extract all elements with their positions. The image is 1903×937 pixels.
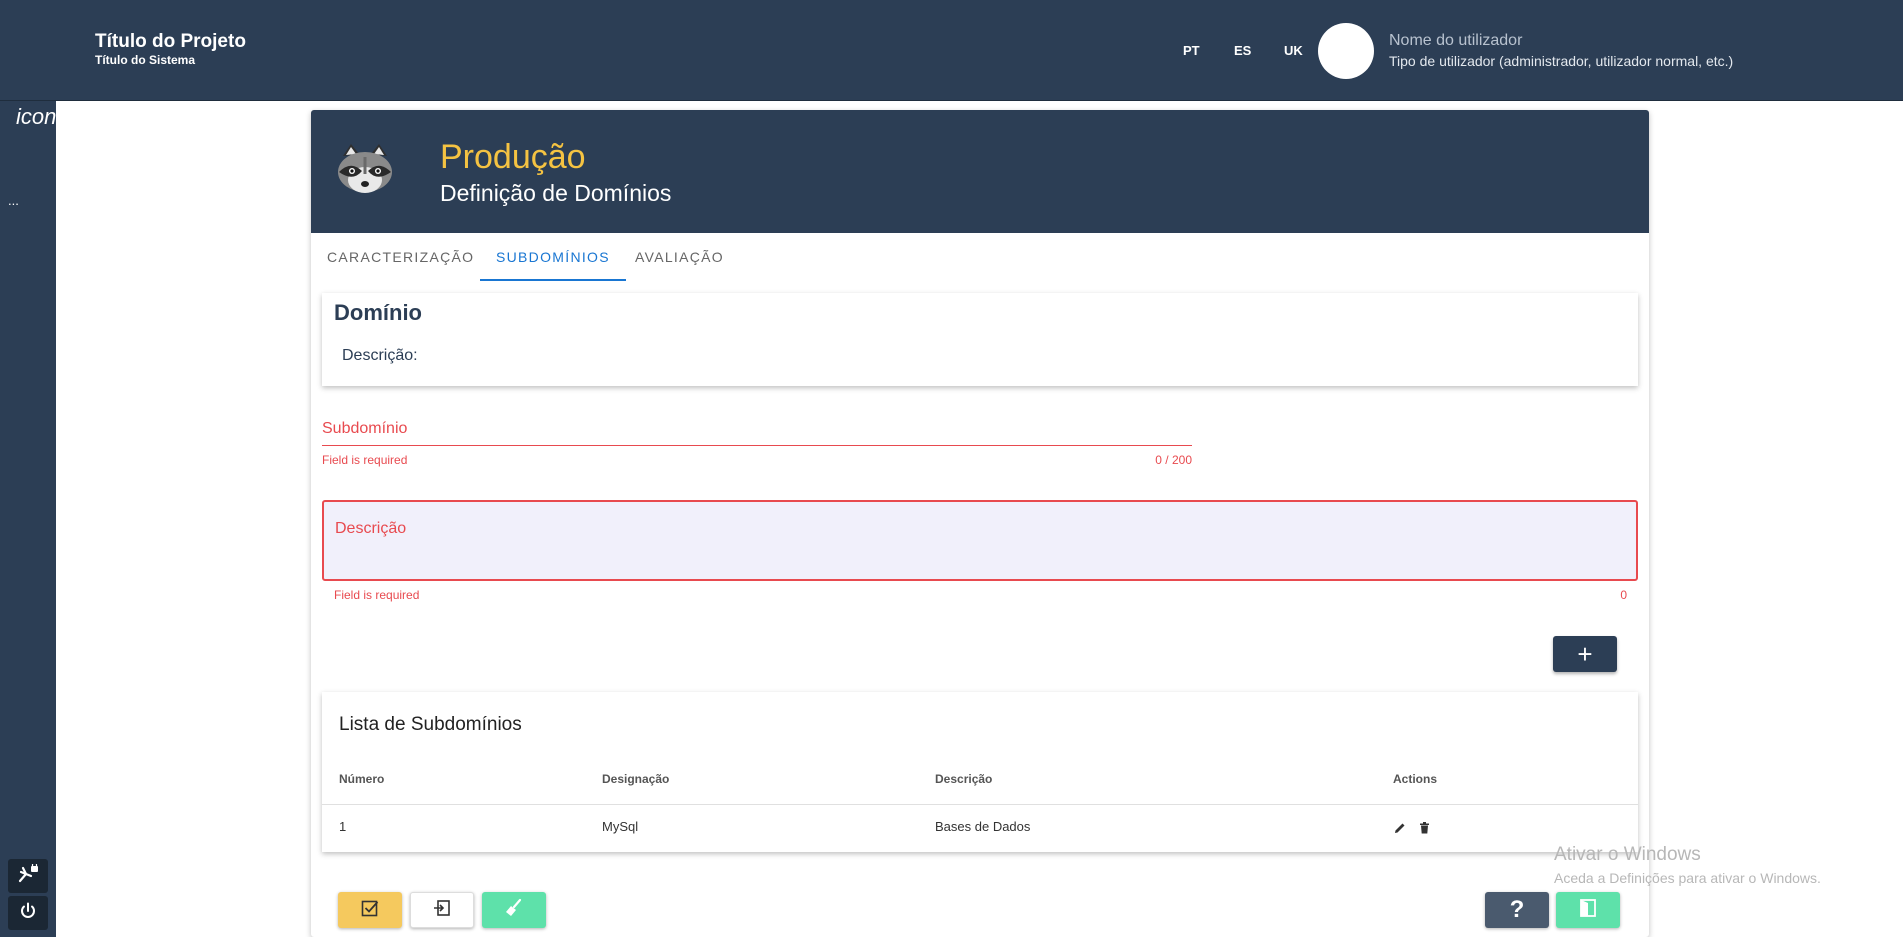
description-field-label: Descrição: [335, 520, 407, 537]
rail-dots: ...: [8, 193, 19, 208]
tab-caracterizacao[interactable]: Caracterização: [311, 233, 490, 281]
broom-icon: [504, 898, 524, 923]
add-subdomain-button[interactable]: +: [1553, 636, 1617, 672]
account-lock-icon: [17, 861, 39, 889]
user-type: Tipo de utilizador (administrador, utili…: [1389, 53, 1734, 69]
exit-button[interactable]: [1556, 892, 1620, 928]
tab-subdominios[interactable]: Subdomínios: [480, 233, 626, 281]
table-divider: [322, 804, 1638, 805]
table-cell-designacao: MySql: [602, 819, 639, 834]
subdomain-counter: 0 / 200: [1155, 453, 1192, 467]
column-header-actions: Actions: [1393, 772, 1438, 786]
card-header: Produção Definição de Domínios: [311, 110, 1649, 233]
pencil-icon[interactable]: [1392, 820, 1408, 836]
table-cell-numero: 1: [339, 819, 347, 834]
confirm-button[interactable]: [338, 892, 402, 928]
help-button[interactable]: ?: [1485, 892, 1549, 928]
help-icon: ?: [1509, 896, 1525, 923]
table-cell-descricao: Bases de Dados: [935, 819, 1031, 834]
windows-watermark-text: Aceda a Definições para ativar o Windows…: [1554, 870, 1821, 886]
check-icon: [361, 899, 379, 922]
subdomain-error: Field is required: [322, 453, 408, 467]
account-lock-button[interactable]: [8, 859, 48, 893]
subdomain-input[interactable]: [322, 445, 1192, 446]
column-header-descricao[interactable]: Descrição: [935, 772, 992, 786]
domain-description-label: Descrição:: [342, 347, 418, 364]
language-es[interactable]: ES: [1234, 43, 1251, 58]
list-title: Lista de Subdomínios: [339, 714, 522, 735]
description-counter: 0: [1620, 588, 1627, 602]
domain-title: Domínio: [334, 300, 422, 325]
column-header-numero[interactable]: Número: [339, 772, 384, 786]
raccoon-logo-icon: [333, 142, 397, 198]
avatar[interactable]: [1318, 23, 1374, 79]
power-icon: [19, 902, 37, 925]
language-uk[interactable]: UK: [1284, 43, 1303, 58]
system-title: Título do Sistema: [95, 53, 196, 67]
main-card: Produção Definição de Domínios Caracteri…: [311, 110, 1649, 937]
description-textarea[interactable]: Descrição: [322, 500, 1638, 581]
exit-door-icon: [1578, 898, 1598, 923]
left-rail: icon mdi icon mdi ...: [0, 101, 56, 937]
user-name: Nome do utilizador: [1389, 32, 1523, 49]
windows-watermark-title: Ativar o Windows: [1554, 844, 1701, 865]
tab-bar: Caracterização Subdomínios Avaliação: [311, 233, 1649, 281]
power-button[interactable]: [8, 896, 48, 930]
subdomain-field-label[interactable]: Subdomínio: [322, 420, 407, 438]
description-error: Field is required: [334, 588, 420, 602]
rail-icon-placeholder: icon mdi icon mdi: [16, 107, 56, 127]
page-title: Produção: [440, 138, 586, 176]
subdomain-list: Lista de Subdomínios Número Designação D…: [322, 692, 1638, 852]
login-icon: [433, 899, 451, 922]
clear-button[interactable]: [482, 892, 546, 928]
trash-icon[interactable]: [1416, 820, 1432, 836]
login-button[interactable]: [410, 892, 474, 928]
column-header-designacao[interactable]: Designação: [602, 772, 669, 786]
tab-avaliacao[interactable]: Avaliação: [619, 233, 740, 281]
project-title: Título do Projeto: [95, 31, 246, 52]
page-subtitle: Definição de Domínios: [440, 180, 672, 206]
top-bar: Título do Projeto Título do Sistema PT E…: [0, 0, 1903, 101]
language-pt[interactable]: PT: [1183, 43, 1200, 58]
domain-panel: Domínio Descrição:: [322, 293, 1638, 386]
